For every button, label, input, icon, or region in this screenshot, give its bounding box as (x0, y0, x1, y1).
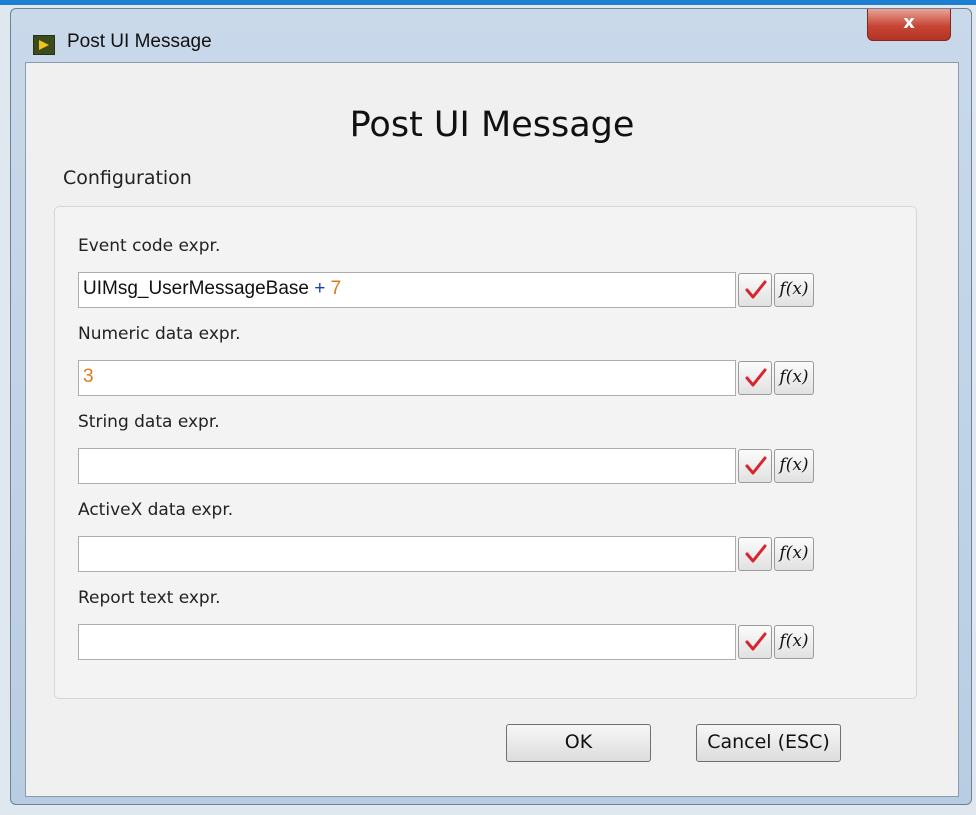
activex-data-check-expression-button[interactable] (738, 537, 772, 571)
report-text-expression-input[interactable] (78, 624, 736, 660)
report-text-expression-browse-button[interactable]: f(x) (774, 625, 814, 659)
event-code-label: Event code expr. (78, 236, 221, 256)
activex-data-expression-browse-button[interactable]: f(x) (774, 537, 814, 571)
expression-token-number: 7 (330, 278, 342, 299)
numeric-data-label: Numeric data expr. (78, 324, 241, 344)
numeric-data-expression-browse-button[interactable]: f(x) (774, 361, 814, 395)
string-data-expression-input[interactable] (78, 448, 736, 484)
check-icon (745, 280, 767, 299)
desktop-top-accent (0, 0, 976, 5)
close-icon: x (903, 12, 915, 33)
event-code-check-expression-button[interactable] (738, 273, 772, 307)
dialog-window: Post UI Message x Post UI Message Config… (10, 8, 972, 805)
dialog-heading: Post UI Message (349, 105, 635, 145)
cancel-button[interactable]: Cancel (ESC) (696, 724, 841, 762)
activex-data-label: ActiveX data expr. (78, 500, 234, 520)
teststand-app-icon (33, 35, 55, 55)
check-icon (745, 456, 767, 475)
check-icon (745, 368, 767, 387)
report-text-check-expression-button[interactable] (738, 625, 772, 659)
numeric-data-expression-input[interactable]: 3 (78, 360, 736, 396)
string-data-expression-browse-button[interactable]: f(x) (774, 449, 814, 483)
dialog-client-area: Post UI Message Configuration Event code… (25, 62, 959, 797)
string-data-label: String data expr. (78, 412, 220, 432)
close-button[interactable]: x (867, 9, 951, 41)
check-icon (745, 632, 767, 651)
string-data-check-expression-button[interactable] (738, 449, 772, 483)
window-title: Post UI Message (67, 31, 212, 52)
title-bar[interactable]: Post UI Message x (11, 9, 971, 69)
event-code-expression-browse-button[interactable]: f(x) (774, 273, 814, 307)
expression-token-operator: + (308, 278, 331, 299)
expression-token-number: 3 (83, 366, 94, 387)
event-code-expression-input[interactable]: UIMsg_UserMessageBase + 7 (78, 272, 736, 308)
check-icon (745, 544, 767, 563)
ok-button[interactable]: OK (506, 724, 651, 762)
report-text-label: Report text expr. (78, 588, 221, 608)
configuration-label: Configuration (63, 167, 192, 189)
activex-data-expression-input[interactable] (78, 536, 736, 572)
expression-token-identifier: UIMsg_UserMessageBase (83, 278, 309, 299)
numeric-data-check-expression-button[interactable] (738, 361, 772, 395)
